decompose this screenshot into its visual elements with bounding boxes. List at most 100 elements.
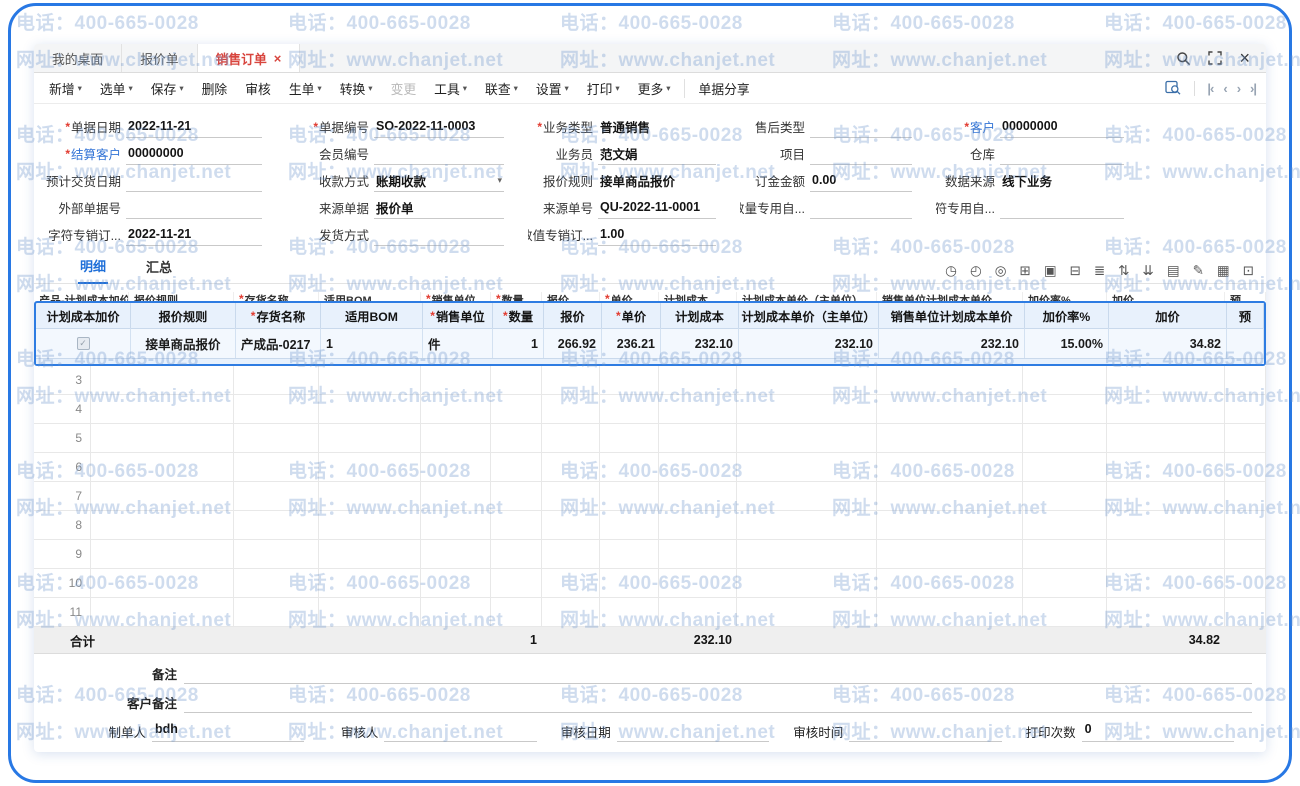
locate-row-icon[interactable]: ◎ <box>995 264 1007 278</box>
salesman-input[interactable]: 范文娟 <box>598 143 716 165</box>
empty-table-row[interactable]: 11 <box>34 598 1266 627</box>
empty-cell[interactable] <box>421 540 491 568</box>
column-header-pre[interactable]: 预 <box>1227 303 1264 328</box>
empty-cell[interactable] <box>234 424 319 452</box>
creator-input[interactable]: bdh <box>152 722 304 742</box>
batch-edit-icon[interactable]: ≣ <box>1094 264 1105 278</box>
remark-input[interactable] <box>184 663 1252 684</box>
fullscreen-grid-icon[interactable]: ⊡ <box>1243 264 1254 278</box>
maximize-icon[interactable] <box>1208 51 1222 65</box>
column-header-bom[interactable]: 适用BOM <box>321 303 423 328</box>
empty-cell[interactable] <box>600 511 659 539</box>
close-window-icon[interactable]: × <box>1239 49 1250 67</box>
tab-quotation[interactable]: 报价单 <box>122 44 197 72</box>
tab-sales-order[interactable]: 销售订单 × <box>198 44 301 72</box>
push-down-icon[interactable]: ⇊ <box>1143 264 1154 278</box>
empty-cell[interactable] <box>877 569 1023 597</box>
payment-method-input[interactable]: 账期收款▾ <box>374 170 504 192</box>
deposit-amount-input[interactable]: 0.00 <box>810 170 912 192</box>
empty-cell[interactable] <box>1023 482 1107 510</box>
empty-cell[interactable] <box>1107 511 1225 539</box>
empty-cell[interactable] <box>1225 511 1266 539</box>
table-row[interactable]: ✓接单商品报价产成品-02171件1266.92236.21232.10232.… <box>36 328 1264 358</box>
insert-row-icon[interactable]: ⊞ <box>1020 264 1031 278</box>
empty-cell[interactable] <box>491 540 542 568</box>
empty-cell[interactable] <box>319 511 421 539</box>
customer-remark-input[interactable] <box>184 692 1252 713</box>
empty-cell[interactable] <box>1023 540 1107 568</box>
cell-pre[interactable] <box>1227 328 1264 358</box>
cell-bom[interactable]: 1 <box>321 328 423 358</box>
empty-cell[interactable] <box>421 511 491 539</box>
empty-cell[interactable] <box>319 482 421 510</box>
empty-cell[interactable] <box>659 540 737 568</box>
empty-cell[interactable] <box>491 511 542 539</box>
empty-cell[interactable] <box>1107 453 1225 481</box>
settle-customer-input[interactable]: 00000000 <box>126 143 262 165</box>
empty-cell[interactable] <box>491 569 542 597</box>
copy-row-icon[interactable]: ▣ <box>1044 264 1057 278</box>
dropdown-icon[interactable]: ▾ <box>495 175 504 186</box>
source-no-input[interactable]: QU-2022-11-0001 <box>598 197 716 219</box>
empty-cell[interactable] <box>542 395 600 423</box>
field-label-customer[interactable]: *客户 <box>936 117 1000 136</box>
cell-markup-rate[interactable]: 15.00% <box>1025 328 1109 358</box>
empty-cell[interactable] <box>600 569 659 597</box>
empty-cell[interactable] <box>1225 366 1266 394</box>
column-header-quote-price[interactable]: 报价 <box>544 303 602 328</box>
empty-cell[interactable] <box>1023 569 1107 597</box>
empty-cell[interactable] <box>421 598 491 626</box>
empty-table-row[interactable]: 7 <box>34 482 1266 511</box>
toolbar-item-more[interactable]: 更多▾ <box>629 79 680 98</box>
tab-my-desktop[interactable]: 我的桌面 <box>34 44 122 72</box>
empty-cell[interactable] <box>542 540 600 568</box>
sort-icon[interactable]: ⇅ <box>1118 264 1129 278</box>
empty-cell[interactable] <box>1107 424 1225 452</box>
prev-record-icon[interactable]: ‹ <box>1223 81 1226 96</box>
empty-table-row[interactable]: 4 <box>34 395 1266 424</box>
auditor-input[interactable] <box>384 722 536 742</box>
empty-cell[interactable] <box>234 540 319 568</box>
column-header-unit-price[interactable]: *单价 <box>602 303 661 328</box>
empty-cell[interactable] <box>1023 395 1107 423</box>
toolbar-item-generate[interactable]: 生单▾ <box>280 79 331 98</box>
empty-cell[interactable] <box>659 598 737 626</box>
search-icon[interactable] <box>1176 51 1191 66</box>
empty-cell[interactable] <box>491 453 542 481</box>
cell-goods-name[interactable]: 产成品-0217 <box>236 328 321 358</box>
empty-cell[interactable] <box>600 482 659 510</box>
bill-no-input[interactable]: SO-2022-11-0003 <box>374 116 504 138</box>
column-header-markup[interactable]: 加价 <box>1109 303 1227 328</box>
empty-cell[interactable] <box>421 395 491 423</box>
column-header-goods-name[interactable]: *存货名称 <box>236 303 321 328</box>
empty-cell[interactable] <box>737 569 877 597</box>
empty-cell[interactable] <box>659 424 737 452</box>
empty-cell[interactable] <box>877 453 1023 481</box>
cell-unit-price[interactable]: 236.21 <box>602 328 661 358</box>
empty-cell[interactable] <box>600 598 659 626</box>
empty-cell[interactable] <box>737 598 877 626</box>
empty-cell[interactable] <box>659 511 737 539</box>
cell-quote-rule[interactable]: 接单商品报价 <box>131 328 236 358</box>
empty-cell[interactable] <box>737 511 877 539</box>
empty-cell[interactable] <box>234 598 319 626</box>
empty-cell[interactable] <box>319 395 421 423</box>
quote-rule-input[interactable]: 接单商品报价 <box>598 170 716 192</box>
column-header-plan-cost-unit-price-main[interactable]: 计划成本单价（主单位） <box>739 303 879 328</box>
empty-table-row[interactable]: 3 <box>34 366 1266 395</box>
empty-cell[interactable] <box>421 366 491 394</box>
empty-cell[interactable] <box>491 598 542 626</box>
char-sales-custom-input[interactable]: 2022-11-21 <box>126 224 262 246</box>
toolbar-item-print[interactable]: 打印▾ <box>578 79 629 98</box>
external-bill-no-input[interactable] <box>126 197 262 219</box>
empty-cell[interactable] <box>542 424 600 452</box>
audit-date-input[interactable] <box>617 722 769 742</box>
empty-cell[interactable] <box>1023 453 1107 481</box>
print-count-input[interactable]: 0 <box>1082 722 1234 742</box>
empty-cell[interactable] <box>491 424 542 452</box>
empty-cell[interactable] <box>1107 395 1225 423</box>
cell-markup[interactable]: 34.82 <box>1109 328 1227 358</box>
tab-detail[interactable]: 明细 <box>78 256 108 284</box>
column-header-sales-unit[interactable]: *销售单位 <box>423 303 493 328</box>
empty-cell[interactable] <box>1225 453 1266 481</box>
